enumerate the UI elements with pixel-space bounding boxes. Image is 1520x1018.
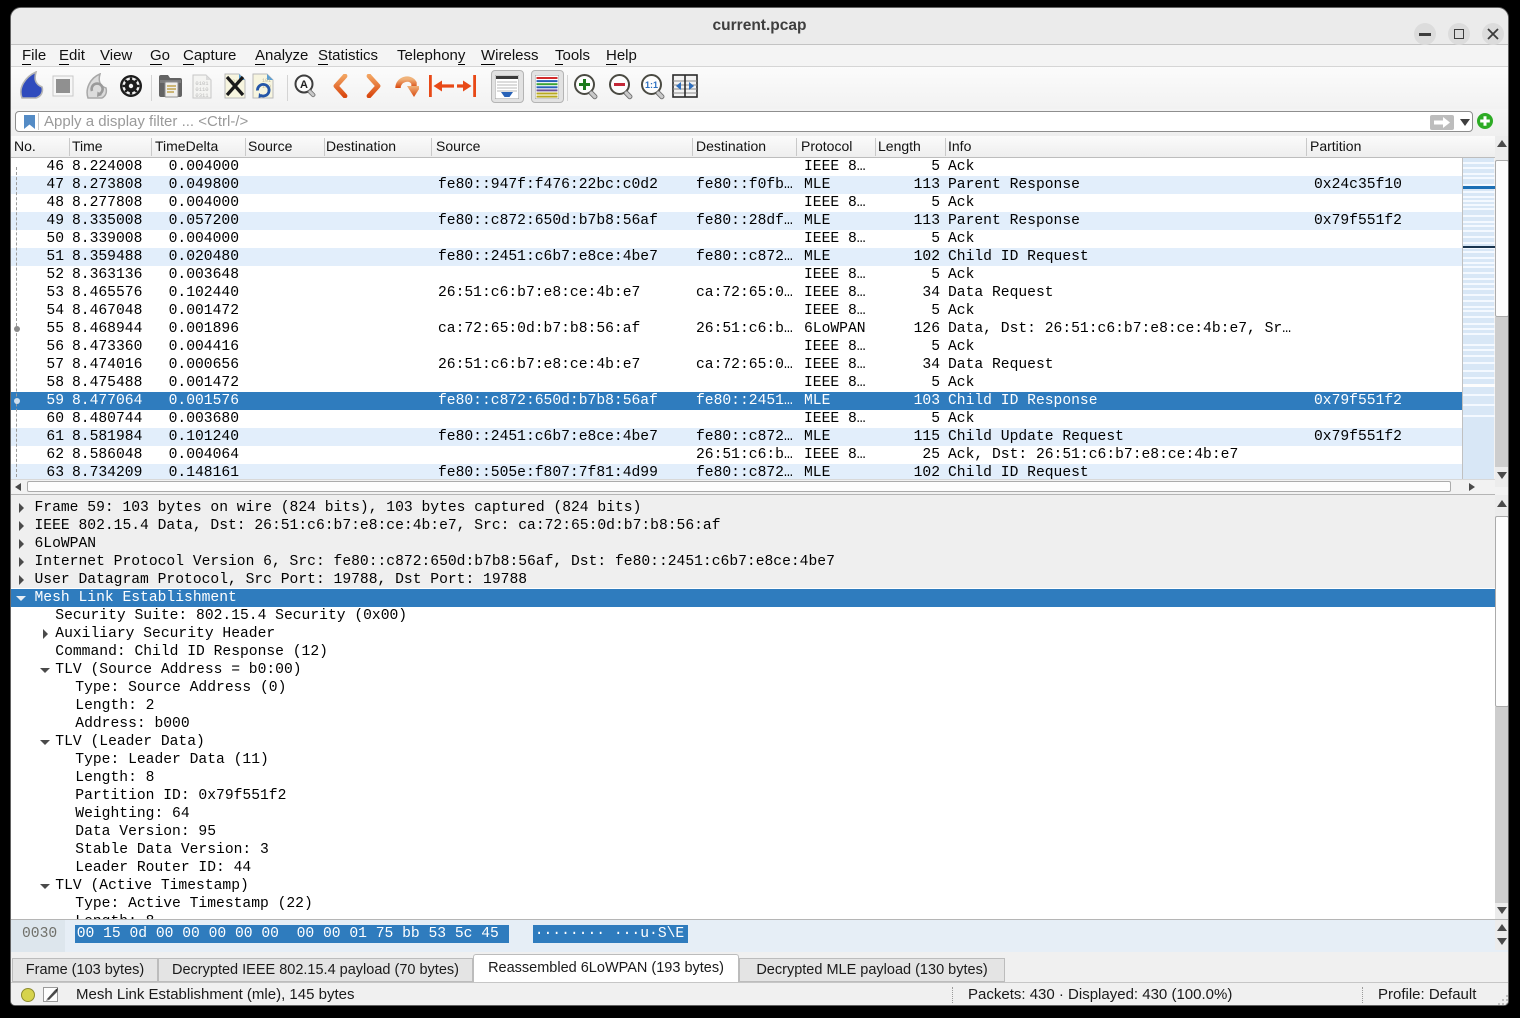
svg-text:0311: 0311 xyxy=(195,92,209,99)
svg-text:A: A xyxy=(300,79,308,91)
svg-text:1:1: 1:1 xyxy=(645,80,658,90)
